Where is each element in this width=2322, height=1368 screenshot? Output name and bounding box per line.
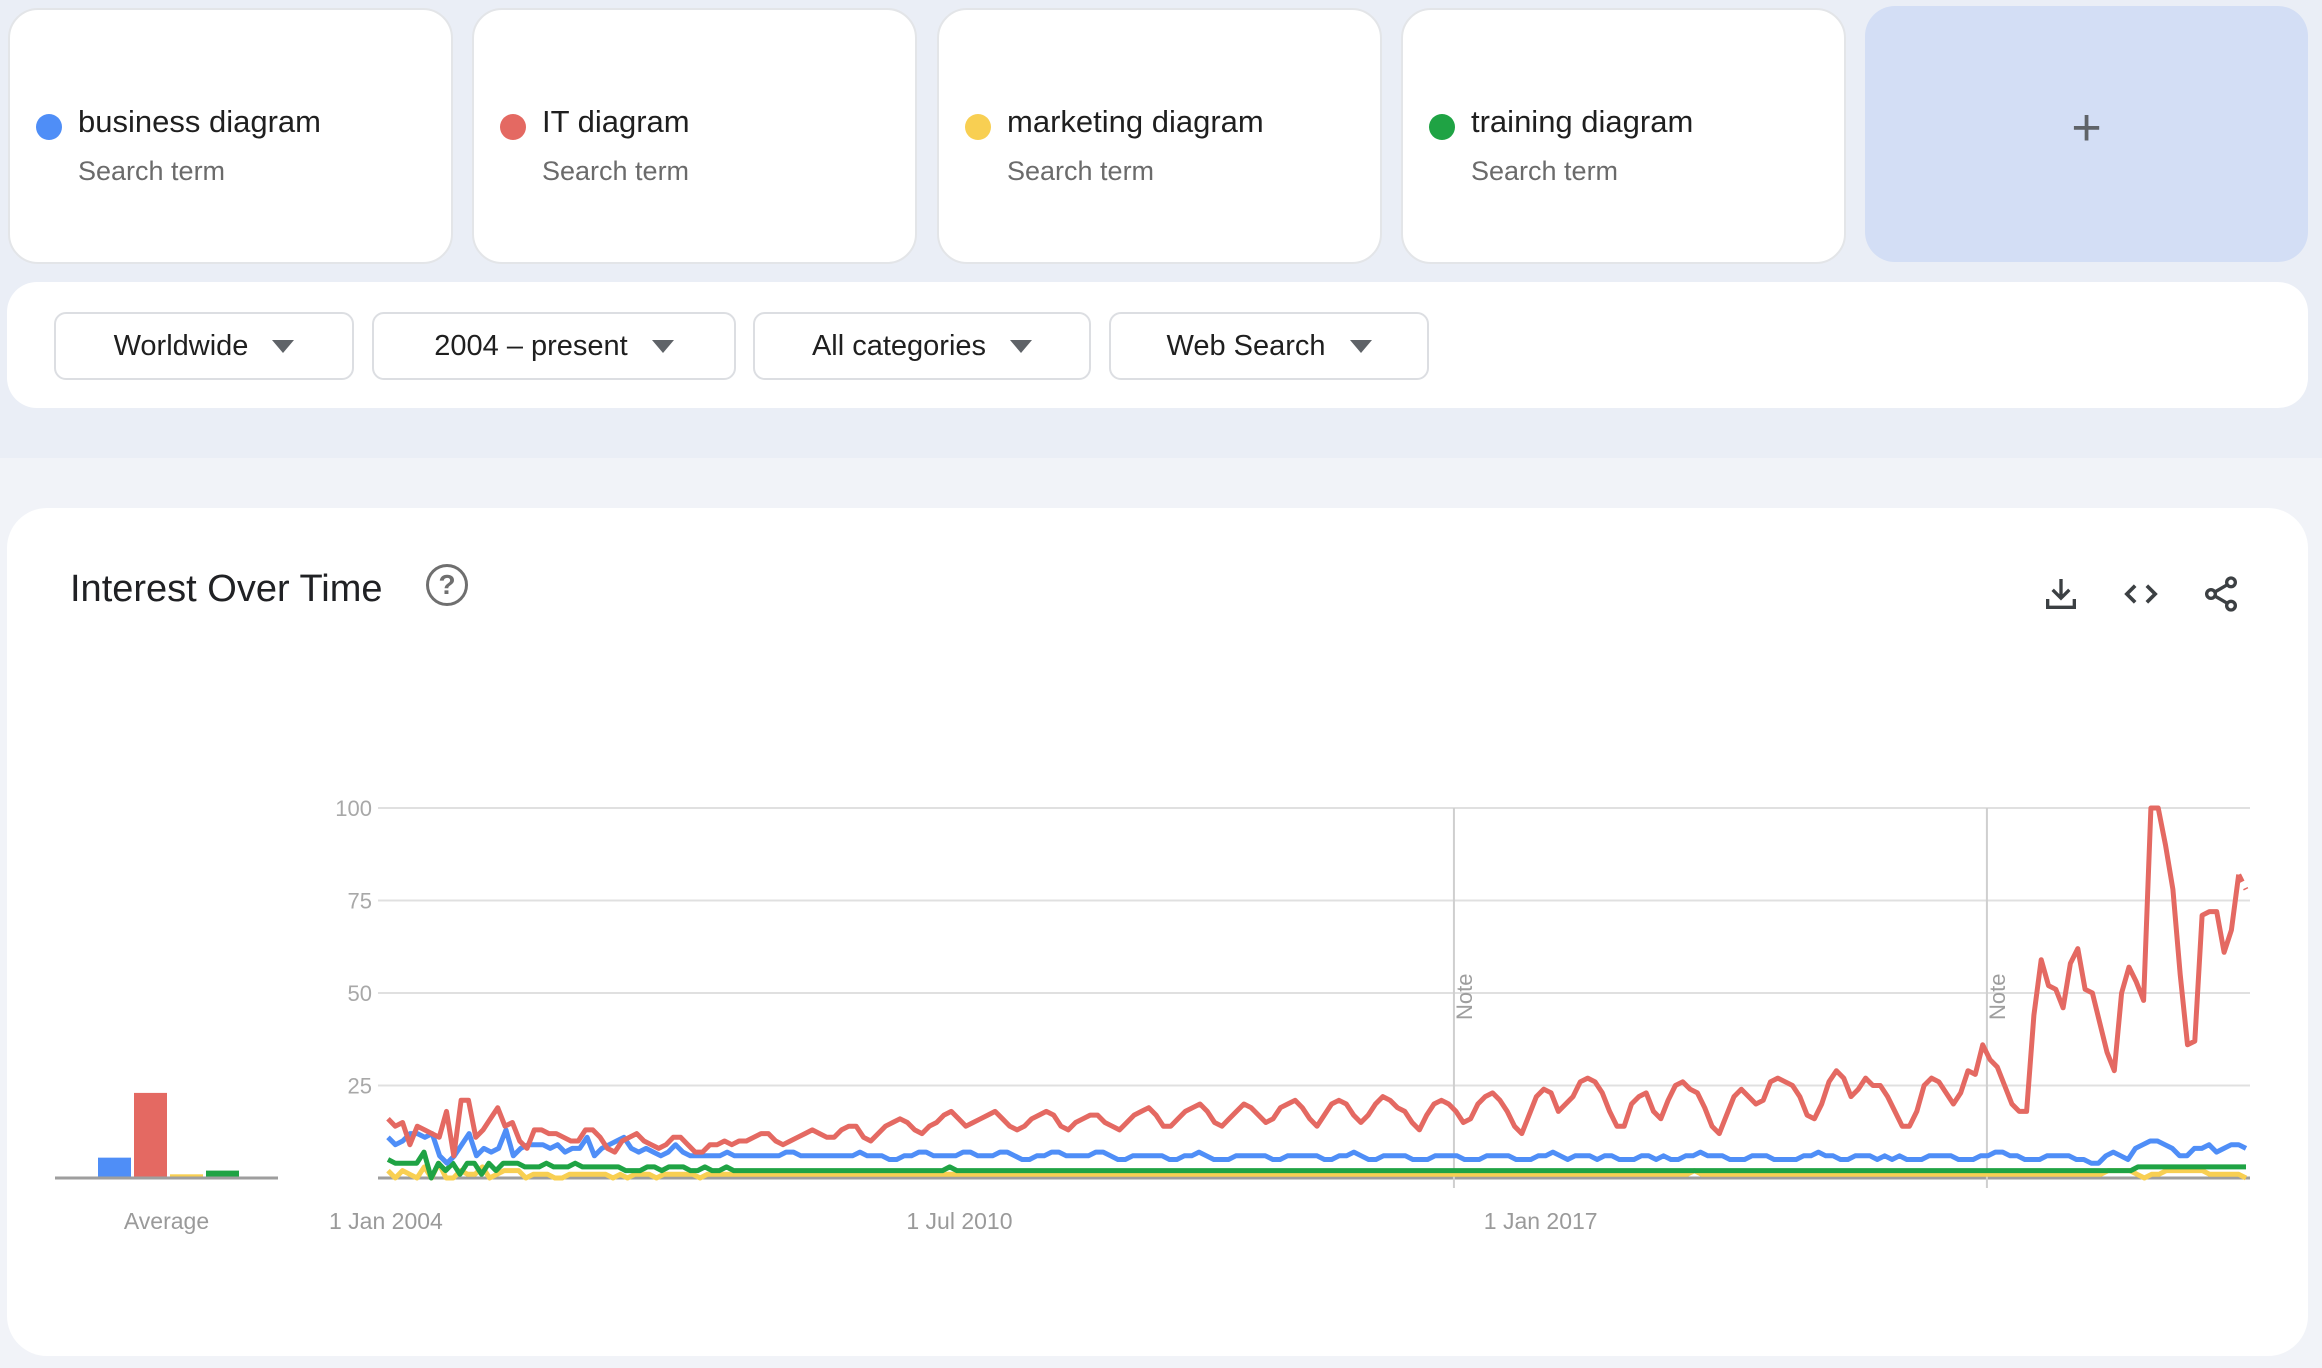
average-bar-training-diagram	[206, 1170, 239, 1177]
series-line-partial-it-diagram	[2236, 873, 2249, 891]
notes: Note Note	[1452, 808, 2010, 1188]
x-tick-label: 1 Jul 2010	[906, 1208, 1012, 1234]
average-label: Average	[124, 1208, 209, 1234]
average-bar-marketing-diagram	[170, 1174, 203, 1177]
series-line-it-diagram	[386, 805, 2242, 1159]
note-label: Note	[1452, 974, 1477, 1020]
y-tick-label: 25	[348, 1074, 372, 1099]
interest-line-chart: Average 255075100 Note Note 1 Jan 2004 1 J…	[55, 796, 2250, 1234]
average-bar-it-diagram	[134, 1092, 167, 1177]
x-axis-labels: 1 Jan 2004 1 Jul 2010 1 Jan 2017	[329, 1208, 1598, 1234]
x-tick-label: 1 Jan 2004	[329, 1208, 443, 1234]
average-bar-chart: Average	[55, 1092, 278, 1234]
x-tick-label: 1 Jan 2017	[1484, 1208, 1598, 1234]
y-tick-label: 75	[348, 889, 372, 914]
grid-lines: 25 50 75 100	[335, 796, 2250, 1180]
y-tick-label: 50	[348, 981, 372, 1006]
note-label: Note	[1985, 974, 2010, 1020]
y-tick-label: 100	[335, 796, 372, 821]
average-bar-business-diagram	[98, 1157, 131, 1177]
